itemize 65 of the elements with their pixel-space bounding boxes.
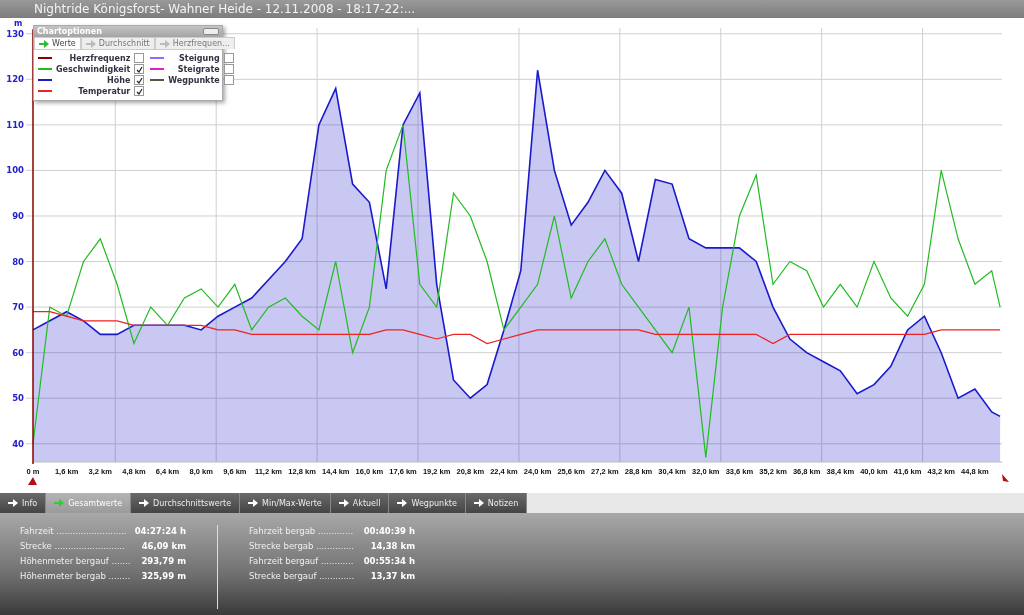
stat-value: 13,37 km: [370, 570, 415, 582]
series-label: Steigrate: [176, 64, 220, 74]
stat-label: Fahrzeit bergab .............: [249, 525, 354, 537]
series-label: Höhe: [106, 75, 131, 85]
series-label: Herzfrequenz: [68, 53, 131, 63]
checkbox[interactable]: [223, 75, 234, 85]
checkbox[interactable]: [134, 86, 145, 96]
arrow-icon: [473, 499, 484, 507]
stat-label: Strecke bergab ..............: [249, 540, 354, 552]
axis-tick-label: 50: [12, 393, 24, 404]
arrow-icon: [397, 499, 408, 507]
panel-tab[interactable]: Durchschnitt: [80, 37, 155, 49]
arrow-icon: [8, 499, 18, 507]
arrow-icon: [139, 499, 150, 507]
axis-tick-label: 130: [6, 28, 24, 39]
stat-value: 00:40:39 h: [363, 525, 415, 537]
arrow-icon: [39, 39, 49, 48]
series-label: Wegpunkte: [168, 75, 220, 85]
range-handle-icon[interactable]: [28, 477, 37, 485]
series-label: Geschwindigkeit: [56, 64, 131, 74]
stat-label: Fahrzeit bergauf ............: [249, 555, 354, 567]
stat-label: Höhenmeter bergab ........: [20, 570, 131, 582]
axis-tick-label: 90: [12, 211, 24, 221]
tab[interactable]: Durchschnittswerte: [131, 493, 241, 513]
arrow-icon: [54, 499, 65, 507]
arrow-icon: [338, 499, 349, 507]
checkbox[interactable]: [134, 75, 145, 85]
tab[interactable]: Wegpunkte: [389, 493, 466, 513]
tab[interactable]: Min/Max-Werte: [240, 493, 331, 513]
checkbox[interactable]: [134, 64, 145, 74]
stat-value: 00:55:34 h: [363, 555, 415, 567]
tab[interactable]: Notizen: [465, 493, 528, 513]
stat-label: Höhenmeter bergauf .......: [20, 555, 131, 567]
series-label: Steigung: [178, 53, 220, 63]
arrow-icon: [248, 499, 259, 507]
checkbox[interactable]: [223, 64, 234, 74]
stat-label: Strecke bergauf .............: [249, 570, 355, 582]
stat-value: 14,38 km: [370, 540, 415, 552]
panel-title: Chartoptionen: [37, 27, 102, 36]
axis-tick-label: 60: [12, 347, 24, 358]
series-label: Temperatur: [77, 86, 131, 96]
stat-value: 293,79 m: [141, 555, 186, 567]
stat-value: 325,99 m: [141, 570, 186, 582]
axis-tick-label: 80: [12, 256, 24, 267]
axis-tick-label: 70: [12, 302, 24, 313]
stat-value: 46,09 km: [141, 540, 186, 552]
minimize-button[interactable]: [203, 28, 219, 35]
axis-unit-label: m: [14, 19, 23, 28]
stat-label: Fahrzeit ..........................: [20, 525, 127, 537]
checkbox[interactable]: [223, 53, 234, 63]
range-handle-icon[interactable]: [1002, 474, 1009, 482]
arrow-icon: [85, 39, 96, 48]
stat-label: Strecke ..........................: [20, 540, 125, 552]
stat-value: 04:27:24 h: [134, 525, 186, 537]
window-title: Nightride Königsforst- Wahner Heide - 12.11.2008 - 18:17-22:...: [0, 0, 1024, 18]
panel-tab[interactable]: Werte: [34, 37, 81, 49]
axis-tick-label: 110: [6, 119, 24, 130]
axis-tick-label: 40: [12, 438, 24, 449]
axis-tick-label: 100: [6, 165, 24, 176]
arrow-icon: [159, 39, 170, 48]
tab[interactable]: Aktuell: [330, 493, 390, 513]
panel-tab[interactable]: Herzfrequen...: [154, 37, 235, 49]
tab[interactable]: Info: [0, 493, 47, 513]
axis-tick-label: 120: [6, 74, 24, 85]
checkbox[interactable]: [134, 53, 145, 63]
